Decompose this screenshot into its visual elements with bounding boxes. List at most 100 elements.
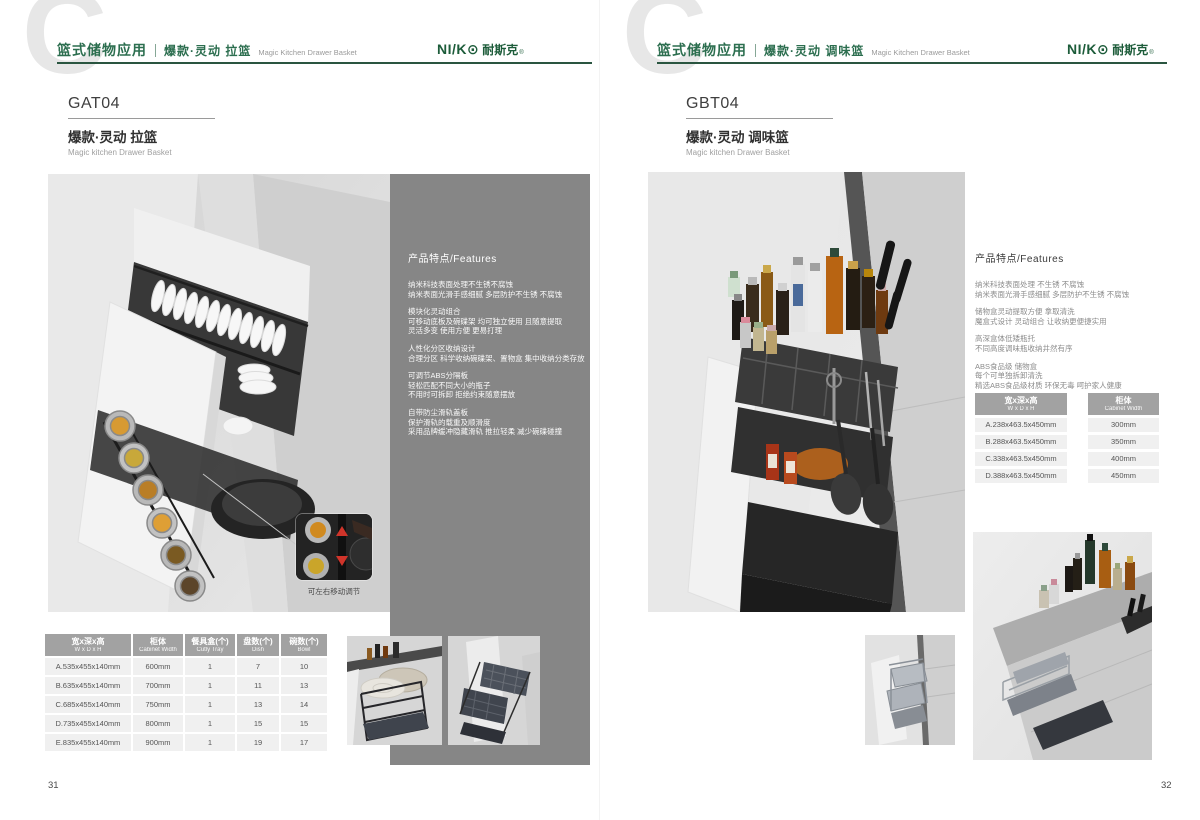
- model-block: GBT04 爆款·灵动 调味篮 Magic kitchen Drawer Bas…: [686, 95, 833, 157]
- model-block: GAT04 爆款·灵动 拉篮 Magic kitchen Drawer Bask…: [68, 95, 215, 157]
- header-section-title: 篮式储物应用: [57, 40, 147, 60]
- header-product-title: 爆款·灵动 拉篮: [164, 42, 251, 59]
- model-code: GAT04: [68, 95, 215, 113]
- model-rule: [686, 118, 833, 119]
- feature-line: 魔盒式设计 灵动组合 让收纳更便捷实用: [975, 317, 1170, 327]
- feature-line: 人性化分区收纳设计: [408, 344, 580, 354]
- spec-table: 宽x深x高 W x D x H 柜体 Cabinet Width 餐具盒(个) …: [45, 634, 327, 751]
- table-cell: 15: [237, 715, 279, 732]
- feature-line: 合理分区 科学收纳碗碟架、置物盒 集中收纳分类存放: [408, 354, 580, 364]
- feature-group: 纳米科技表面处理不生锈不腐蚀 纳米表面光滑手感细腻 多层防护不生锈 不腐蚀: [408, 280, 580, 299]
- page-left: C 篮式储物应用 爆款·灵动 拉篮 Magic Kitchen Drawer B…: [0, 0, 600, 820]
- header-product-title-en: Magic Kitchen Drawer Basket: [871, 48, 969, 57]
- feature-line: 高深盒体低矮瓶托: [975, 334, 1170, 344]
- table-cell: 450mm: [1088, 469, 1159, 483]
- thumbnail-photo-towel-basket: [347, 636, 442, 745]
- table-cell: E.835x455x140mm: [45, 734, 131, 751]
- feature-group: 可调节ABS分隔板 轻松匹配不同大小的瓶子 不用时可拆卸 拒绝约束随意摆放: [408, 371, 580, 400]
- catalog-spread: C 篮式储物应用 爆款·灵动 拉篮 Magic Kitchen Drawer B…: [0, 0, 1200, 820]
- model-code: GBT04: [686, 95, 833, 113]
- features-title: 产品特点/Features: [975, 250, 1170, 265]
- brand-logo-reg: ®: [519, 50, 523, 56]
- table-cell: A.238x463.5x450mm: [975, 418, 1067, 432]
- features-title: 产品特点/Features: [408, 250, 580, 265]
- table-cell: C.338x463.5x450mm: [975, 452, 1067, 466]
- thumbnail-photo-two-tier-basket: [448, 636, 540, 745]
- header-rule: [57, 62, 592, 64]
- brand-logo: NI/K⊙ 耐斯克 ®: [1067, 41, 1154, 58]
- table-header: 柜体 Cabinet Width: [133, 634, 183, 656]
- feature-line: 采用品牌缓冲隐藏滑轨 推拉轻柔 减少碗碟碰撞: [408, 427, 580, 437]
- table-cell: 1: [185, 696, 235, 713]
- table-cell: 1: [185, 734, 235, 751]
- feature-group: 模块化灵动组合 可移动底板及碗碟架 均可独立使用 且随意提取 灵活多变 使用方便…: [408, 307, 580, 336]
- header-rule: [657, 62, 1167, 64]
- feature-group: ABS食品级 储物盒 每个可单独拆卸清洗 精选ABS食品级材质 环保无毒 呵护家…: [975, 362, 1170, 391]
- table-cell: D.388x463.5x450mm: [975, 469, 1067, 483]
- feature-line: 不用时可拆卸 拒绝约束随意摆放: [408, 390, 580, 400]
- page-header: 篮式储物应用 爆款·灵动 调味篮 Magic Kitchen Drawer Ba…: [657, 40, 970, 60]
- header-divider: [155, 44, 156, 57]
- table-header: 柜体 Cabinet Width: [1088, 393, 1159, 415]
- model-rule: [68, 118, 215, 119]
- table-cell: C.685x455x140mm: [45, 696, 131, 713]
- header-divider: [755, 44, 756, 57]
- feature-line: 储物盒灵动提取方便 拿取清洗: [975, 307, 1170, 317]
- detail-inset-illustration: [296, 514, 372, 580]
- model-name-en: Magic kitchen Drawer Basket: [686, 148, 833, 157]
- feature-line: 保护滑轨的载重及顺滑度: [408, 418, 580, 428]
- table-cell: 400mm: [1088, 452, 1159, 466]
- table-cell: B.635x455x140mm: [45, 677, 131, 694]
- inset-caption: 可左右移动调节: [280, 586, 388, 597]
- header-product-title: 爆款·灵动 调味篮: [764, 42, 864, 59]
- page-number: 31: [48, 780, 59, 791]
- table-cell: 1: [185, 658, 235, 675]
- feature-line: 纳米表面光滑手感细腻 多层防护不生锈 不腐蚀: [408, 290, 580, 300]
- feature-line: 每个可单独拆卸清洗: [975, 371, 1170, 381]
- spec-table: 宽x深x高 W x D x H 柜体 Cabinet Width A.238x4…: [975, 393, 1159, 483]
- detail-inset-photo: [296, 514, 372, 580]
- table-cell: 750mm: [133, 696, 183, 713]
- header-product-title-en: Magic Kitchen Drawer Basket: [258, 48, 356, 57]
- feature-line: 纳米科技表面处理 不生锈 不腐蚀: [975, 280, 1170, 290]
- table-cell: 900mm: [133, 734, 183, 751]
- feature-line: 不同高度调味瓶收纳井然有序: [975, 344, 1170, 354]
- table-cell: 7: [237, 658, 279, 675]
- table-cell: 19: [237, 734, 279, 751]
- brand-logo-cn: 耐斯克: [1112, 41, 1148, 58]
- main-product-photo: [648, 172, 965, 612]
- main-product-photo: 可左右移动调节: [48, 174, 390, 612]
- feature-group: 纳米科技表面处理 不生锈 不腐蚀 纳米表面光滑手感细腻 多层防护不生锈 不腐蚀: [975, 280, 1170, 299]
- table-cell: 13: [281, 677, 327, 694]
- table-cell: 17: [281, 734, 327, 751]
- header-section-title: 篮式储物应用: [657, 40, 747, 60]
- model-name: 爆款·灵动 调味篮: [686, 126, 833, 146]
- table-header: 宽x深x高 W x D x H: [975, 393, 1067, 415]
- features-right: 产品特点/Features 纳米科技表面处理 不生锈 不腐蚀 纳米表面光滑手感细…: [975, 250, 1170, 398]
- features-left: 产品特点/Features 纳米科技表面处理不生锈不腐蚀 纳米表面光滑手感细腻 …: [408, 250, 580, 445]
- page-number: 32: [1161, 780, 1172, 791]
- page-right: C 篮式储物应用 爆款·灵动 调味篮 Magic Kitchen Drawer …: [600, 0, 1200, 820]
- table-header: 盘数(个) Dish: [237, 634, 279, 656]
- feature-line: 可调节ABS分隔板: [408, 371, 580, 381]
- table-cell: 1: [185, 715, 235, 732]
- feature-line: 纳米表面光滑手感细腻 多层防护不生锈 不腐蚀: [975, 290, 1170, 300]
- feature-group: 自带防尘滑轨盖板 保护滑轨的载重及顺滑度 采用品牌缓冲隐藏滑轨 推拉轻柔 减少碗…: [408, 408, 580, 437]
- feature-line: 纳米科技表面处理不生锈不腐蚀: [408, 280, 580, 290]
- table-cell: 10: [281, 658, 327, 675]
- brand-logo-cn: 耐斯克: [482, 41, 518, 58]
- feature-line: 自带防尘滑轨盖板: [408, 408, 580, 418]
- table-cell: 700mm: [133, 677, 183, 694]
- table-cell: 14: [281, 696, 327, 713]
- feature-line: ABS食品级 储物盒: [975, 362, 1170, 372]
- brand-logo-reg: ®: [1149, 50, 1153, 56]
- table-cell: B.288x463.5x450mm: [975, 435, 1067, 449]
- table-cell: 1: [185, 677, 235, 694]
- table-cell: A.535x455x140mm: [45, 658, 131, 675]
- feature-line: 灵活多变 使用方便 更易打理: [408, 326, 580, 336]
- feature-line: 可移动底板及碗碟架 均可独立使用 且随意提取: [408, 317, 580, 327]
- feature-line: 精选ABS食品级材质 环保无毒 呵护家人健康: [975, 381, 1170, 391]
- table-cell: 15: [281, 715, 327, 732]
- page-gutter: [599, 0, 600, 820]
- table-header: 碗数(个) Bowl: [281, 634, 327, 656]
